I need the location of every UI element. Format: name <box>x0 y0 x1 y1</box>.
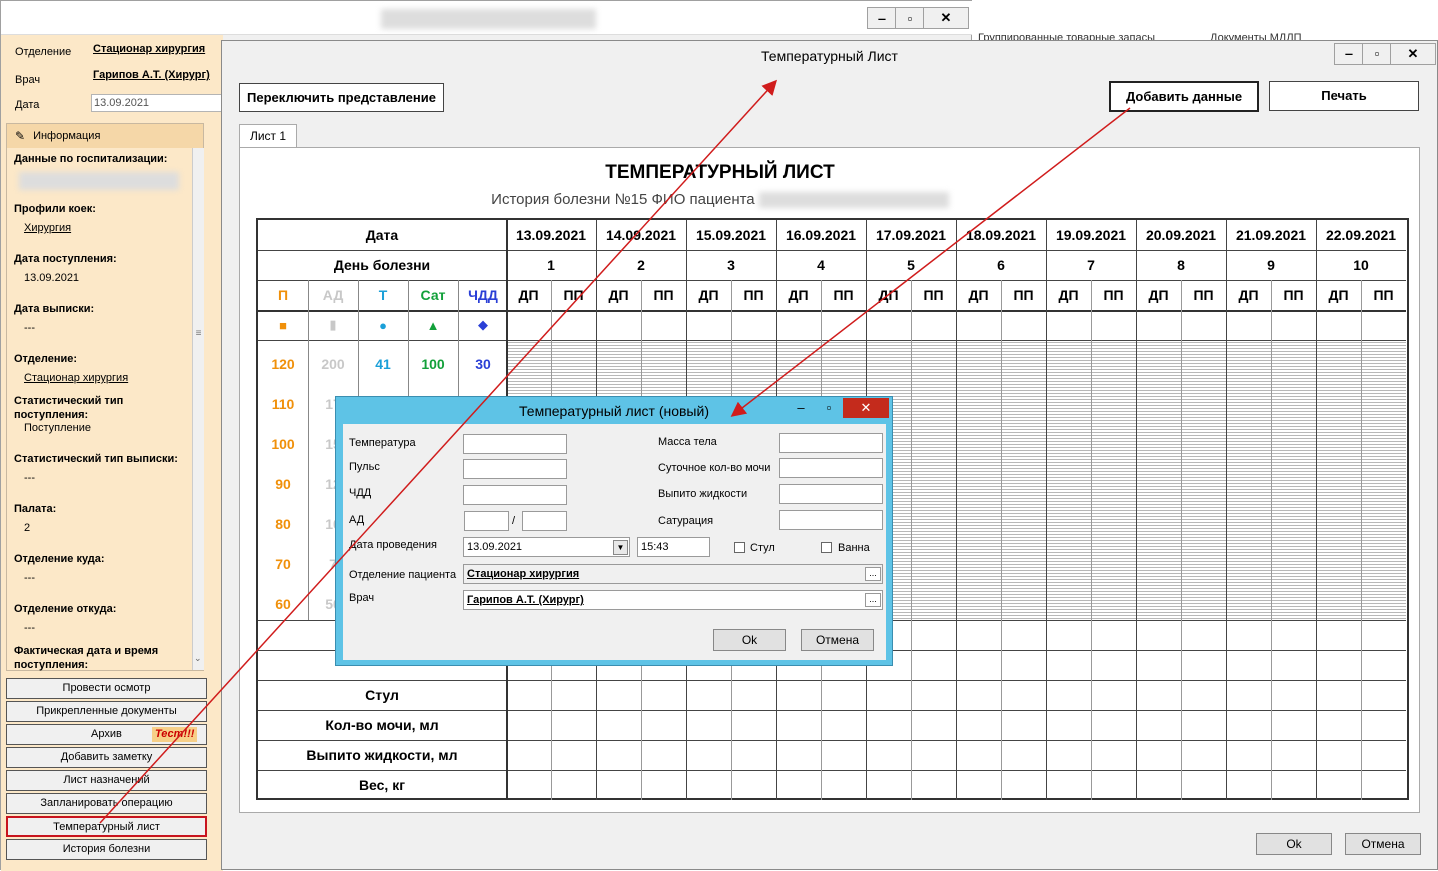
annotation-arrows <box>99 79 1131 824</box>
arrow-to-window-title <box>99 79 778 824</box>
arrow-to-dialog <box>730 107 1131 417</box>
